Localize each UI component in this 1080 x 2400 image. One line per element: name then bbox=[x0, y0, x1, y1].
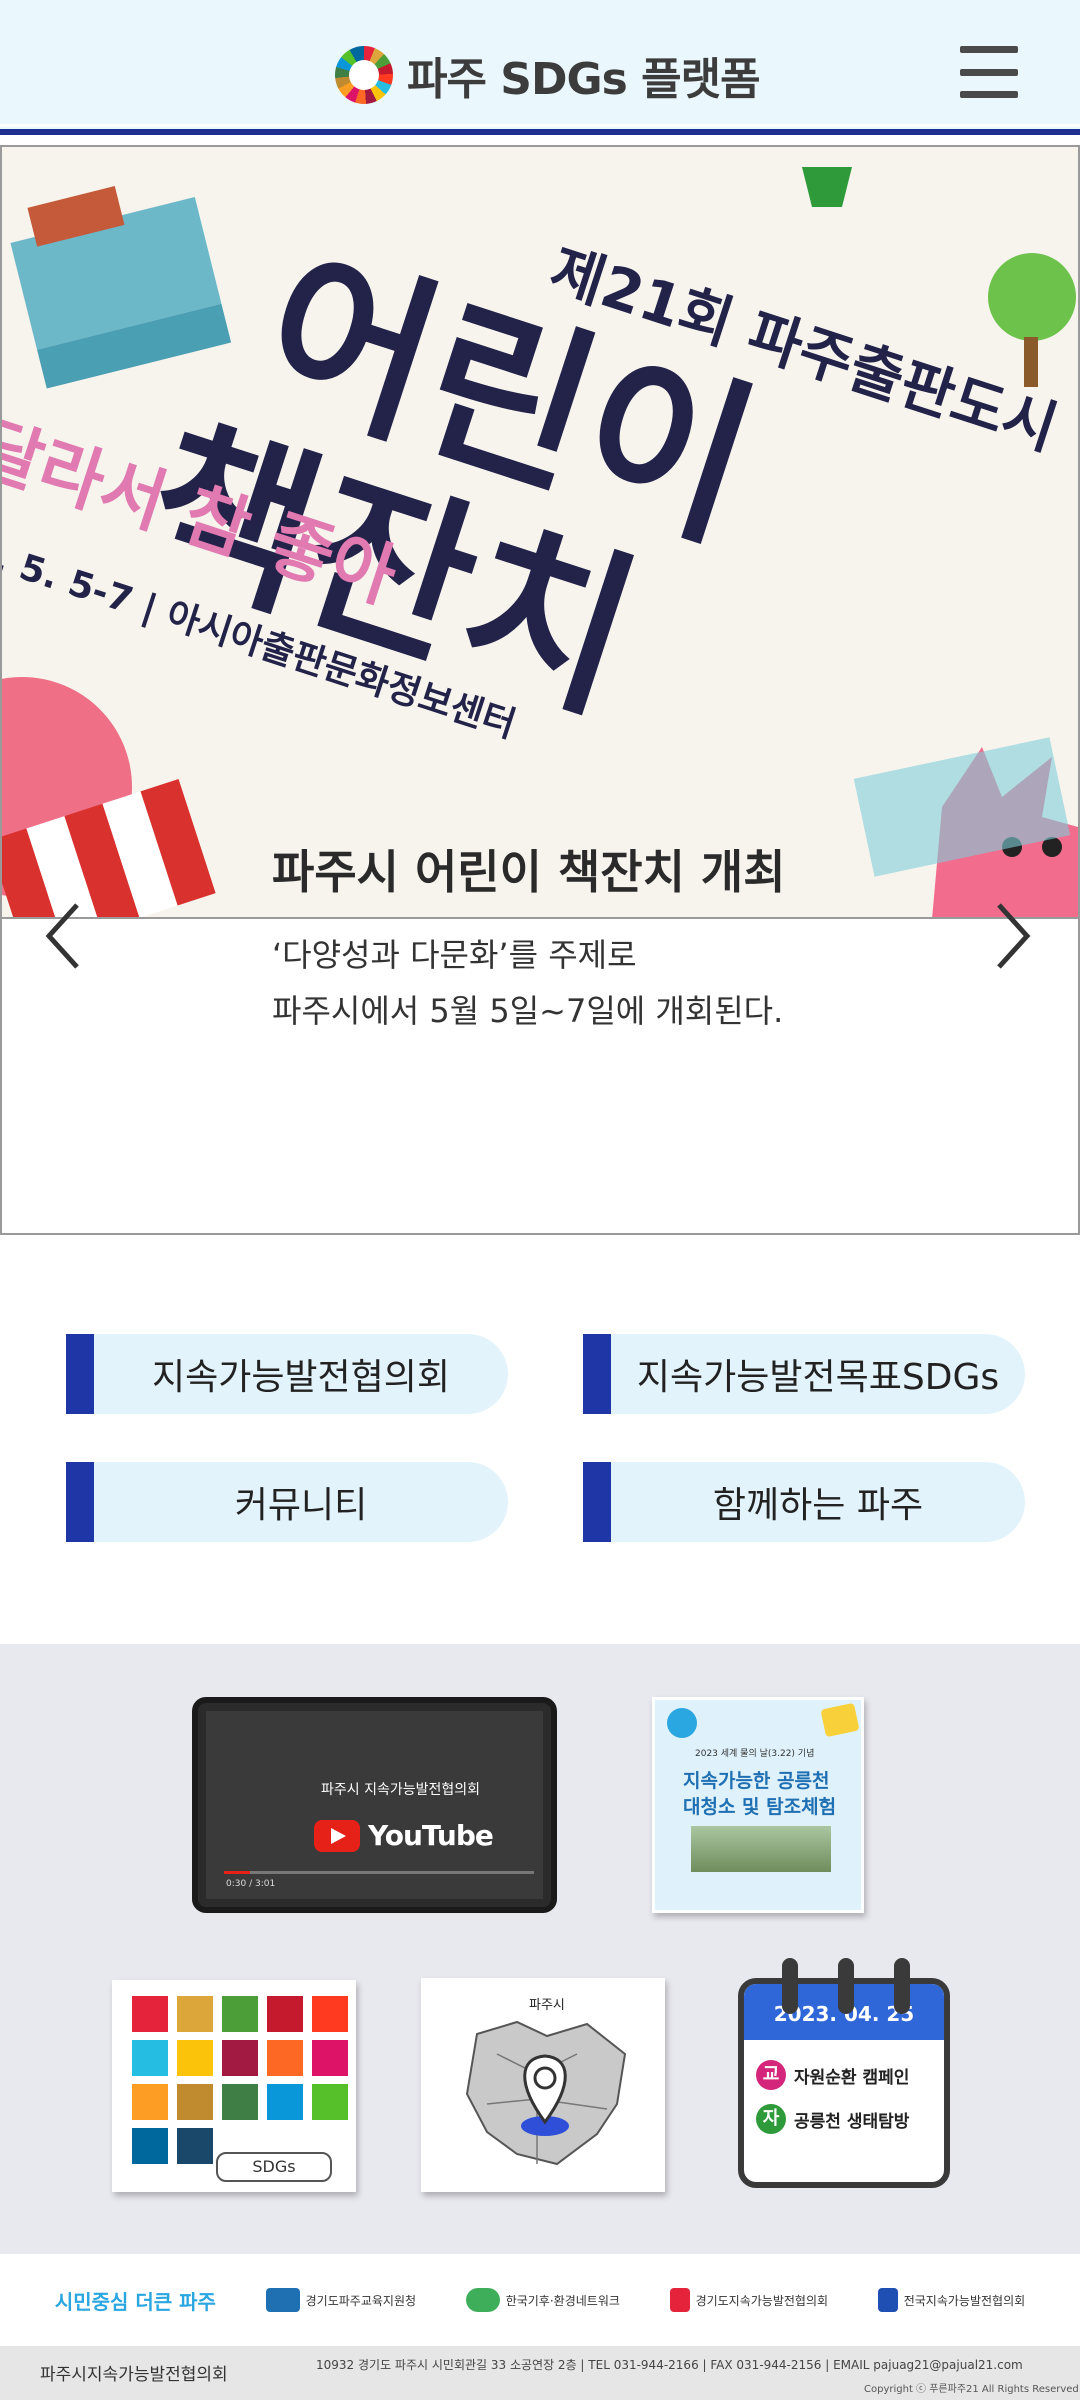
sdg-goal-icon bbox=[222, 2084, 258, 2120]
sdg-goal-icon bbox=[177, 1996, 213, 2032]
youtube-play-icon bbox=[314, 1819, 360, 1852]
sdg-goal-icon bbox=[222, 2040, 258, 2076]
calendar-ring-icon bbox=[782, 1958, 798, 2014]
partner-climate-network[interactable]: 한국기후·환경네트워크 bbox=[465, 2288, 620, 2312]
sdg-goal-icon bbox=[177, 2040, 213, 2076]
site-title: 파주 SDGs 플랫폼 bbox=[407, 54, 761, 105]
poster-subtitle: 2023 세계 물의 날(3.22) 기념 bbox=[695, 1749, 815, 1759]
youtube-label: YouTube bbox=[368, 1819, 494, 1852]
sdg-icons-grid bbox=[132, 1996, 348, 2164]
quick-link-community[interactable]: 커뮤니티 bbox=[66, 1462, 508, 1542]
calendar-item-text: 자원순환 캠페인 bbox=[794, 2067, 910, 2088]
video-time: 0:30 / 3:01 bbox=[226, 1879, 276, 1889]
slide-poster-image[interactable]: 제21회 파주출판도시 어린이 책잔치 달라서 참 좋아 23. 5. 5-7 … bbox=[2, 147, 1078, 919]
chevron-right-icon[interactable] bbox=[980, 886, 1046, 986]
top-header: 파주 SDGs 플랫폼 bbox=[0, 0, 1080, 135]
sdgs-goals-card[interactable]: SDGs bbox=[112, 1980, 356, 2192]
gyeonggi-council-logo-icon bbox=[669, 2288, 690, 2312]
sdg-goal-icon bbox=[312, 2084, 348, 2120]
climate-network-logo-icon bbox=[465, 2288, 500, 2312]
partner-paju-education[interactable]: 경기도파주교육지원청 bbox=[265, 2288, 416, 2312]
chevron-left-icon[interactable] bbox=[30, 886, 96, 986]
partner-logos: 시민중심 더큰 파주 경기도파주교육지원청 한국기후·환경네트워크 경기도지속가… bbox=[0, 2254, 1080, 2346]
header-divider bbox=[0, 124, 1080, 127]
sdg-goal-icon bbox=[132, 2128, 168, 2164]
sdg-goal-icon bbox=[177, 2084, 213, 2120]
footer-org-name: 파주시지속가능발전협의회 bbox=[40, 2365, 228, 2385]
sdg-goal-icon bbox=[132, 2084, 168, 2120]
sdg-goal-icon bbox=[312, 2040, 348, 2076]
footer-copyright: Copyright ⓒ 푸른파주21 All Rights Reserved bbox=[864, 2384, 1079, 2395]
partner-gyeonggi-council[interactable]: 경기도지속가능발전협의회 bbox=[669, 2288, 828, 2312]
quick-link-together-paju[interactable]: 함께하는 파주 bbox=[583, 1462, 1025, 1542]
partner-paju-city[interactable]: 시민중심 더큰 파주 bbox=[55, 2286, 216, 2315]
water-drop-icon bbox=[667, 1708, 697, 1738]
sdg-goal-icon bbox=[222, 1996, 258, 2032]
site-brand[interactable]: 파주 SDGs 플랫폼 bbox=[335, 44, 761, 106]
slide-description-line2: 파주시에서 5월 5일~7일에 개회된다. bbox=[272, 992, 784, 1030]
sdg-goal-icon bbox=[267, 2040, 303, 2076]
video-caption: 파주시 지속가능발전협의회 bbox=[321, 1782, 481, 1798]
calendar-badge: 교 bbox=[756, 2060, 786, 2090]
sdg-goal-icon bbox=[312, 1996, 348, 2032]
quick-link-council[interactable]: 지속가능발전협의회 bbox=[66, 1334, 508, 1414]
youtube-logo: YouTube bbox=[314, 1819, 494, 1852]
map-label: 파주시 bbox=[529, 1998, 565, 2013]
calendar-card[interactable]: 2023. 04. 25 교 자원순환 캠페인 자 공릉천 생태탐방 bbox=[738, 1958, 956, 2194]
national-council-logo-icon bbox=[877, 2288, 898, 2312]
poster-illustration: 제21회 파주출판도시 어린이 책잔치 달라서 참 좋아 23. 5. 5-7 … bbox=[2, 147, 1078, 917]
sdg-goal-icon bbox=[267, 2084, 303, 2120]
sdgs-label: SDGs bbox=[216, 2152, 332, 2182]
calendar-item-text: 공릉천 생태탐방 bbox=[794, 2111, 910, 2132]
calendar-ring-icon bbox=[838, 1958, 854, 2014]
calendar-item: 교 자원순환 캠페인 bbox=[756, 2060, 909, 2090]
sdg-goal-icon bbox=[132, 1996, 168, 2032]
quick-link-sdgs[interactable]: 지속가능발전목표SDGs bbox=[583, 1334, 1025, 1414]
calendar-ring-icon bbox=[894, 1958, 910, 2014]
youtube-video-card[interactable]: 파주시 지속가능발전협의회 YouTube 0:30 / 3:01 bbox=[192, 1697, 557, 1913]
sdg-goal-icon bbox=[267, 1996, 303, 2032]
slide-description-line1: ‘다양성과 다문화’를 주제로 bbox=[272, 936, 637, 974]
paju-map-card[interactable]: 파주시 bbox=[421, 1978, 665, 2192]
video-thumbnail: 파주시 지속가능발전협의회 YouTube 0:30 / 3:01 bbox=[206, 1711, 543, 1899]
site-footer: 파주시지속가능발전협의회 10932 경기도 파주시 시민회관길 33 소공연장… bbox=[0, 2346, 1080, 2400]
main-slider: 제21회 파주출판도시 어린이 책잔치 달라서 참 좋아 23. 5. 5-7 … bbox=[0, 145, 1080, 1235]
hamburger-menu-icon[interactable] bbox=[960, 46, 1018, 98]
calendar-item: 자 공릉천 생태탐방 bbox=[756, 2104, 909, 2134]
megaphone-icon bbox=[820, 1702, 860, 1738]
footer-contact-info: 10932 경기도 파주시 시민회관길 33 소공연장 2층 | TEL 031… bbox=[316, 2358, 1023, 2372]
poster-photo bbox=[691, 1826, 831, 1872]
poster-title-line1: 지속가능한 공릉천 bbox=[683, 1770, 830, 1792]
sdgs-wheel-logo-icon bbox=[335, 46, 393, 104]
partner-national-council[interactable]: 전국지속가능발전협의회 bbox=[877, 2288, 1025, 2312]
paju-map-icon bbox=[465, 2020, 627, 2166]
sdg-goal-icon bbox=[177, 2128, 213, 2164]
sdg-goal-icon bbox=[132, 2040, 168, 2076]
calendar-badge: 자 bbox=[756, 2104, 786, 2134]
video-progress-bar[interactable] bbox=[224, 1871, 534, 1874]
slide-title[interactable]: 파주시 어린이 책잔치 개최 bbox=[272, 836, 786, 902]
event-poster-card[interactable]: 2023 세계 물의 날(3.22) 기념 지속가능한 공릉천 대청소 및 탐조… bbox=[652, 1697, 864, 1913]
education-logo-icon bbox=[265, 2288, 300, 2312]
poster-title-line2: 대청소 및 탐조체험 bbox=[683, 1796, 837, 1818]
